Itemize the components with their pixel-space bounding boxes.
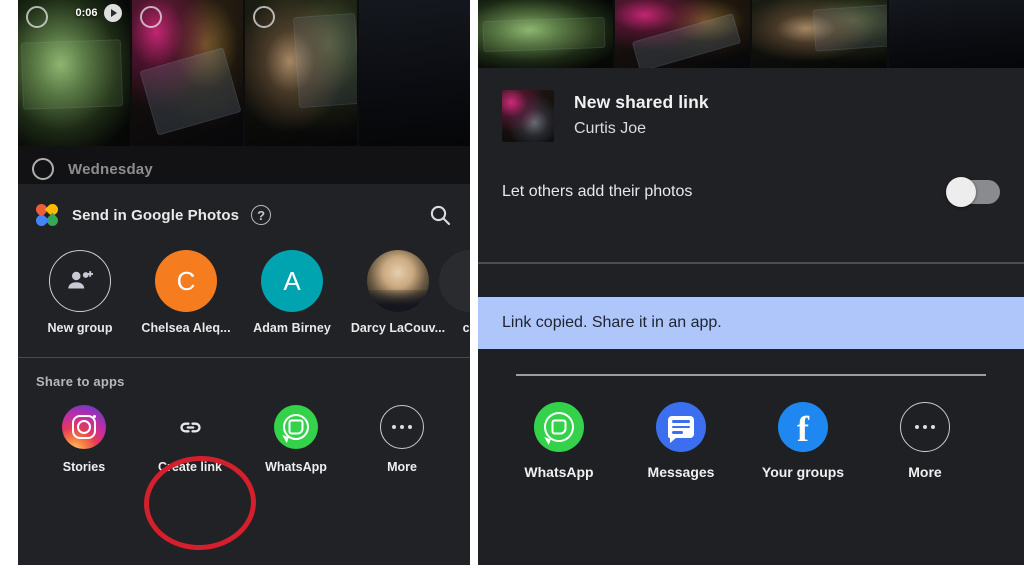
let-others-add-photos-row[interactable]: Let others add their photos bbox=[478, 177, 1024, 207]
photo-select-circle[interactable] bbox=[26, 6, 48, 28]
avatar-initial: C bbox=[176, 265, 196, 296]
app-item-stories[interactable]: Stories bbox=[36, 405, 132, 474]
app-label: WhatsApp bbox=[524, 464, 594, 480]
photo-thumbnail-video[interactable]: 0:06 bbox=[18, 0, 132, 146]
whatsapp-icon bbox=[274, 405, 318, 449]
help-circle-icon[interactable]: ? bbox=[251, 205, 272, 225]
photo-inner-screen bbox=[631, 13, 742, 68]
link-copied-banner: Link copied. Share it in an app. bbox=[478, 297, 1024, 349]
photo-thumbnail-screen[interactable] bbox=[358, 0, 470, 146]
share-sheet-header: Send in Google Photos ? bbox=[18, 184, 470, 236]
facebook-icon: f bbox=[778, 402, 828, 452]
whatsapp-icon bbox=[534, 402, 584, 452]
app-item-more[interactable]: More bbox=[354, 405, 450, 474]
app-item-create-link[interactable]: Create link bbox=[142, 405, 238, 474]
messages-icon bbox=[656, 402, 706, 452]
shared-link-thumbnail bbox=[502, 90, 554, 142]
screenshot-stage: 0:06 Wednesday Send in Google Photos ? N… bbox=[0, 0, 1024, 574]
shared-link-header: New shared link Curtis Joe bbox=[478, 68, 1024, 142]
photo-grid-strip: 0:06 bbox=[18, 0, 470, 146]
shared-link-meta: New shared link Curtis Joe bbox=[574, 90, 709, 138]
app-label: Create link bbox=[158, 460, 222, 474]
app-item-your-groups[interactable]: f Your groups bbox=[744, 402, 862, 480]
share-to-apps-section: Share to apps Stories Create link WhatsA… bbox=[18, 358, 470, 565]
share-apps-sheet: WhatsApp Messages f Your groups More bbox=[478, 349, 1024, 565]
share-apps-row: WhatsApp Messages f Your groups More bbox=[478, 376, 1024, 480]
share-sheet: Send in Google Photos ? New group C Chel… bbox=[18, 184, 470, 565]
app-label: Stories bbox=[62, 460, 106, 474]
avatar-initial: A bbox=[283, 265, 301, 296]
contact-label: Darcy LaCouv... bbox=[350, 321, 446, 335]
more-dots-icon bbox=[380, 405, 424, 449]
photo-inner-screen bbox=[293, 12, 357, 108]
app-label: WhatsApp bbox=[265, 460, 327, 474]
photo-thumbnail-figure[interactable] bbox=[752, 0, 889, 68]
video-duration-label: 0:06 bbox=[75, 7, 98, 19]
avatar bbox=[367, 250, 429, 312]
photo-thumbnail-phone[interactable] bbox=[615, 0, 752, 68]
photo-inner-screen bbox=[482, 16, 606, 53]
app-item-more[interactable]: More bbox=[866, 402, 984, 480]
toggle-knob bbox=[946, 177, 976, 207]
share-to-apps-row: Stories Create link WhatsApp More bbox=[36, 405, 452, 474]
app-label: More bbox=[387, 460, 417, 474]
contact-chelsea[interactable]: C Chelsea Aleq... bbox=[138, 250, 234, 335]
app-item-messages[interactable]: Messages bbox=[622, 402, 740, 480]
contact-darcy[interactable]: Darcy LaCouv... bbox=[350, 250, 446, 335]
photo-thumbnail-screen[interactable] bbox=[889, 0, 1024, 68]
toggle-label: Let others add their photos bbox=[502, 183, 693, 200]
link-icon bbox=[168, 405, 212, 449]
day-header-label: Wednesday bbox=[68, 160, 153, 178]
avatar: A bbox=[261, 250, 323, 312]
photo-thumbnail-phone[interactable] bbox=[131, 0, 245, 146]
contact-adam[interactable]: A Adam Birney bbox=[244, 250, 340, 335]
search-icon[interactable] bbox=[428, 203, 452, 227]
app-label: More bbox=[908, 464, 942, 480]
play-icon bbox=[103, 4, 122, 22]
google-photos-logo-icon bbox=[33, 201, 61, 229]
share-to-apps-heading: Share to apps bbox=[36, 374, 125, 389]
photo-inner-screen bbox=[812, 4, 887, 52]
contact-label: Adam Birney bbox=[253, 321, 331, 335]
app-item-whatsapp[interactable]: WhatsApp bbox=[248, 405, 344, 474]
app-label: Messages bbox=[647, 464, 715, 480]
photo-grid-strip bbox=[478, 0, 1024, 68]
video-duration-badge: 0:06 bbox=[75, 4, 122, 22]
avatar: C bbox=[155, 250, 217, 312]
shared-link-sheet: New shared link Curtis Joe Let others ad… bbox=[478, 68, 1024, 262]
contact-new-group[interactable]: New group bbox=[32, 250, 128, 335]
day-select-circle[interactable] bbox=[32, 158, 54, 180]
contact-label: Chelsea Aleq... bbox=[141, 321, 231, 335]
shared-link-owner: Curtis Joe bbox=[574, 120, 647, 137]
panel-divider bbox=[470, 0, 478, 574]
right-screenshot-panel: New shared link Curtis Joe Let others ad… bbox=[478, 0, 1024, 565]
more-dots-icon bbox=[900, 402, 950, 452]
let-others-add-photos-toggle[interactable] bbox=[946, 177, 1000, 207]
contact-label: New group bbox=[47, 321, 113, 335]
photo-select-circle[interactable] bbox=[139, 6, 162, 28]
add-group-icon bbox=[49, 250, 111, 312]
app-label: Your groups bbox=[761, 464, 845, 480]
left-screenshot-panel: 0:06 Wednesday Send in Google Photos ? N… bbox=[18, 0, 470, 565]
photo-inner-screen bbox=[21, 39, 124, 110]
photo-thumbnail-figure[interactable] bbox=[245, 0, 359, 146]
share-sheet-title: Send in Google Photos bbox=[72, 206, 240, 224]
app-item-whatsapp[interactable]: WhatsApp bbox=[500, 402, 618, 480]
instagram-icon bbox=[62, 405, 106, 449]
shared-link-title: New shared link bbox=[574, 92, 709, 112]
photo-select-circle[interactable] bbox=[253, 6, 275, 28]
contacts-row: New group C Chelsea Aleq... A Adam Birne… bbox=[18, 236, 470, 335]
link-copied-text: Link copied. Share it in an app. bbox=[502, 314, 722, 331]
contact-label: cu bbox=[462, 321, 470, 335]
photo-thumbnail-video[interactable] bbox=[478, 0, 615, 68]
photo-inner-screen bbox=[139, 47, 242, 137]
sheet-section-divider bbox=[478, 262, 1024, 297]
contact-partial[interactable]: cu bbox=[439, 250, 470, 335]
